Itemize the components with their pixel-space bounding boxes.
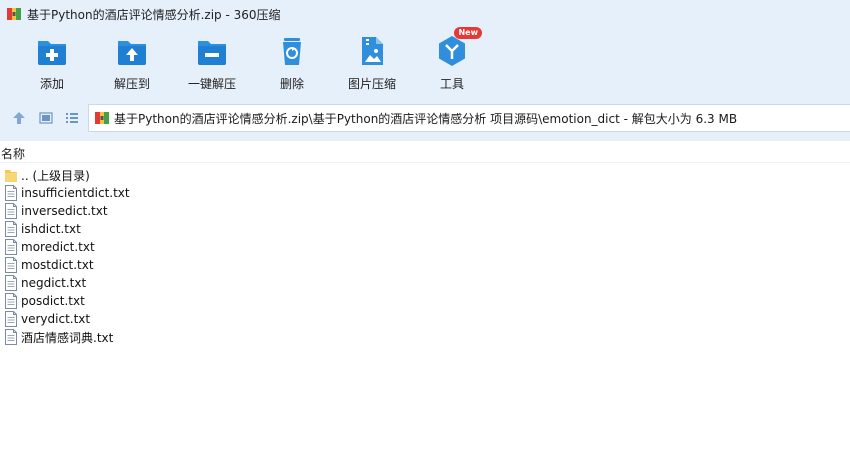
tools-icon: New [435, 27, 482, 68]
image-compress-button[interactable]: 图片压缩 [330, 34, 414, 94]
address-row: 基于Python的酒店评论情感分析.zip\基于Python的酒店评论情感分析 … [0, 103, 850, 133]
file-row[interactable]: verydict.txt [0, 310, 850, 328]
image-compress-icon [355, 34, 389, 68]
add-icon [35, 34, 69, 68]
tools-button[interactable]: New 工具 [410, 27, 494, 94]
one-click-extract-button-label: 一键解压 [187, 77, 236, 91]
file-row[interactable]: inversedict.txt [0, 202, 850, 220]
window-title: 基于Python的酒店评论情感分析.zip - 360压缩 [27, 7, 281, 22]
file-name: mostdict.txt [21, 258, 94, 272]
file-row[interactable]: ishdict.txt [0, 220, 850, 238]
add-button[interactable]: 添加 [10, 34, 94, 94]
file-name: negdict.txt [21, 276, 87, 290]
parent-directory-label: .. (上级目录) [21, 168, 90, 183]
zip-file-icon [94, 110, 110, 126]
list-view-icon[interactable] [64, 110, 80, 126]
extract-to-icon [115, 34, 149, 68]
extract-to-button[interactable]: 解压到 [90, 34, 174, 94]
text-file-icon [4, 257, 18, 273]
file-row[interactable]: moredict.txt [0, 238, 850, 256]
text-file-icon [4, 239, 18, 255]
extract-to-button-label: 解压到 [113, 77, 150, 91]
archive-app-icon [6, 6, 22, 22]
list-header: 名称 [0, 141, 850, 163]
file-name: moredict.txt [21, 240, 95, 254]
text-file-icon [4, 275, 18, 291]
file-name: verydict.txt [21, 312, 91, 326]
file-row[interactable]: posdict.txt [0, 292, 850, 310]
file-row[interactable]: mostdict.txt [0, 256, 850, 274]
text-file-icon [4, 293, 18, 309]
tools-button-label: 工具 [439, 77, 464, 91]
one-click-extract-icon [195, 34, 229, 68]
text-file-icon [4, 221, 18, 237]
main-toolbar: 添加 解压到 一键解压 删除 图片压缩 New 工具 [0, 27, 850, 94]
text-file-icon [4, 185, 18, 201]
up-arrow-icon[interactable] [11, 110, 27, 126]
address-path: 基于Python的酒店评论情感分析.zip\基于Python的酒店评论情感分析 … [114, 111, 738, 126]
file-list: .. (上级目录) insufficientdict.txt inversedic… [0, 166, 850, 346]
address-bar[interactable]: 基于Python的酒店评论情感分析.zip\基于Python的酒店评论情感分析 … [88, 104, 850, 132]
file-row[interactable]: negdict.txt [0, 274, 850, 292]
thumbnail-view-icon[interactable] [38, 110, 54, 126]
parent-directory-row[interactable]: .. (上级目录) [0, 166, 850, 184]
text-file-icon [4, 311, 18, 327]
image-compress-button-label: 图片压缩 [347, 77, 396, 91]
new-badge: New [454, 27, 482, 39]
file-name: posdict.txt [21, 294, 85, 308]
text-file-icon [4, 329, 18, 345]
top-panel: 基于Python的酒店评论情感分析.zip - 360压缩 添加 解压到 一键解… [0, 0, 850, 141]
add-button-label: 添加 [39, 77, 64, 91]
delete-icon [275, 34, 309, 68]
file-name: inversedict.txt [21, 204, 108, 218]
file-row[interactable]: 酒店情感词典.txt [0, 328, 850, 346]
one-click-extract-button[interactable]: 一键解压 [170, 34, 254, 94]
delete-button[interactable]: 删除 [250, 34, 334, 94]
folder-icon [4, 167, 18, 183]
title-bar: 基于Python的酒店评论情感分析.zip - 360压缩 [0, 0, 850, 28]
delete-button-label: 删除 [279, 77, 304, 91]
text-file-icon [4, 203, 18, 219]
file-name: 酒店情感词典.txt [21, 330, 114, 345]
file-name: insufficientdict.txt [21, 186, 130, 200]
file-name: ishdict.txt [21, 222, 81, 236]
column-header-name[interactable]: 名称 [1, 145, 25, 162]
file-row[interactable]: insufficientdict.txt [0, 184, 850, 202]
